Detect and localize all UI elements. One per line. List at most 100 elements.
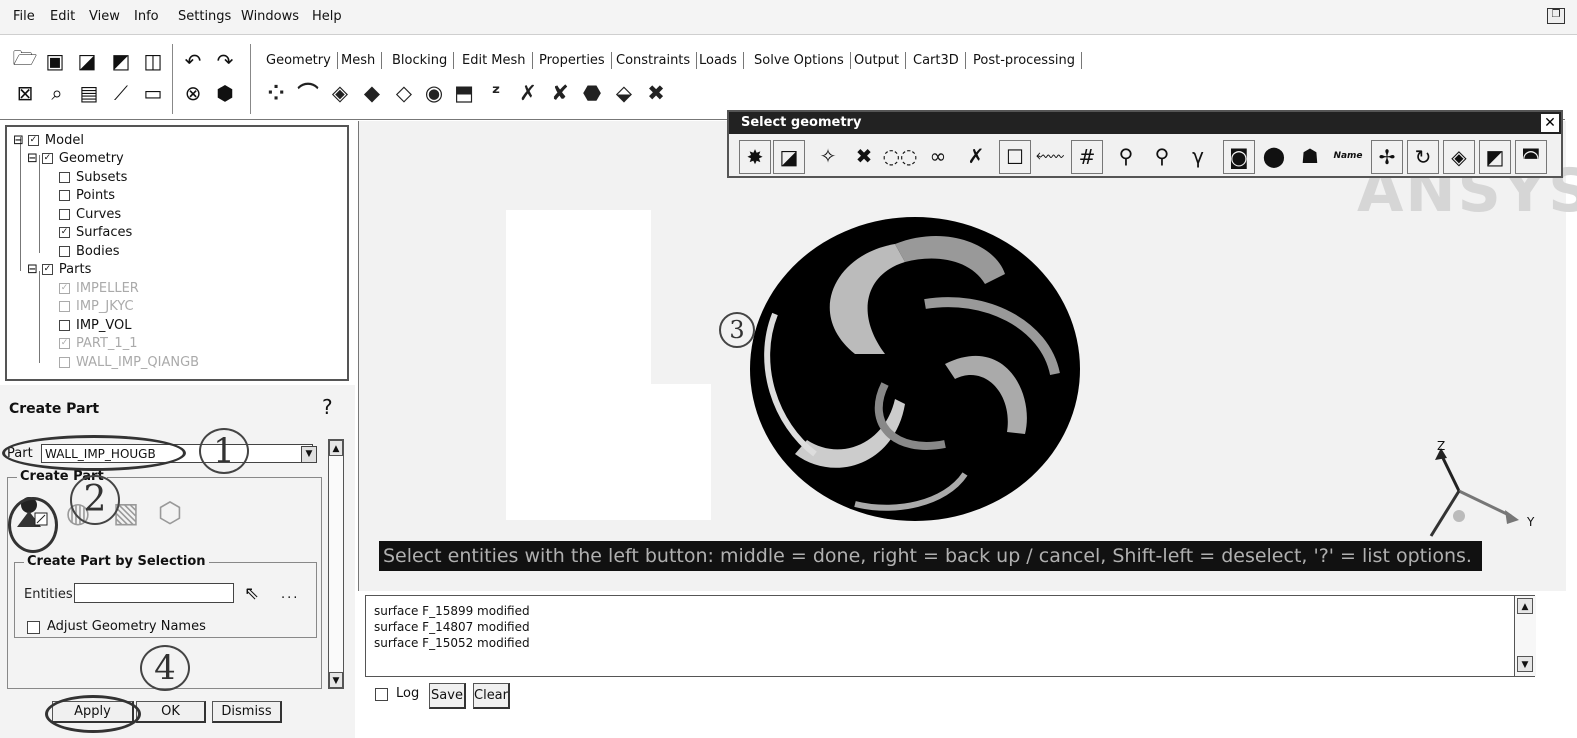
menu-view[interactable]: View [89,9,120,24]
tree-item-curves[interactable]: Curves [59,207,121,222]
select-density-icon[interactable]: ◚ [1515,140,1547,174]
log-checkbox[interactable] [375,688,388,701]
help-icon[interactable]: ? [322,395,333,419]
close-icon[interactable]: ✕ [1541,114,1559,132]
create-point-icon[interactable]: ⁘ [264,80,288,106]
select-items-icon[interactable]: ◪ [773,140,805,174]
select-all-appropriate-icon[interactable]: ✧ [813,140,843,172]
tab-properties[interactable]: Properties [533,52,612,69]
menu-settings[interactable]: Settings [178,9,231,24]
impeller-model[interactable] [745,204,1085,524]
tab-solve-options[interactable]: Solve Options [748,52,851,69]
create-body-icon[interactable]: ◆ [360,80,384,106]
ok-button[interactable]: OK [136,701,206,723]
tab-constraints[interactable]: Constraints [610,52,698,69]
select-by-color-icon[interactable]: ⬤ [1259,140,1289,172]
create-surface-icon[interactable]: ◈ [328,80,352,106]
select-by-surface-icon[interactable]: ⚲ [1147,140,1177,172]
select-circle-icon[interactable]: # [1071,140,1103,174]
local-coords-icon[interactable]: ⟋ [108,80,134,106]
repair-geometry-icon[interactable]: ◉ [422,80,446,106]
save-icon[interactable]: ▣ [42,48,68,74]
adjust-geometry-names-checkbox[interactable] [27,621,40,634]
solid-view-icon[interactable]: ⬢ [212,80,238,106]
transform-icon[interactable]: ⬒ [452,80,476,106]
more-options-icon[interactable]: ... [281,587,299,602]
message-scrollbar[interactable]: ▲ ▼ [1514,596,1536,676]
tree-item-surfaces[interactable]: ✓ Surfaces [59,225,132,240]
display-icon[interactable]: ▭ [140,80,166,106]
part-dropdown-icon[interactable]: ▼ [301,446,317,463]
tab-mesh[interactable]: Mesh [335,52,383,69]
save-log-button[interactable]: Save [429,683,466,709]
tree-part-part-1-1[interactable]: ✓ PART_1_1 [59,336,137,351]
tree-item-subsets[interactable]: Subsets [59,170,127,185]
save-geometry-icon[interactable]: ◩ [108,48,134,74]
tree-part-impeller[interactable]: ✓ IMPELLER [59,281,139,296]
select-by-type-icon[interactable]: γ [1183,140,1213,172]
tree-item-model[interactable]: ⊟ ✓ Model [13,133,84,148]
measure-icon[interactable]: ▤ [76,80,102,106]
undo-icon[interactable]: ↶ [180,48,206,74]
open-geometry-icon[interactable]: ◪ [74,48,100,74]
tab-loads[interactable]: Loads [693,52,744,69]
panel-scrollbar[interactable]: ▲ ▼ [328,439,344,689]
select-polygon-icon[interactable]: ⬳ [1035,140,1065,172]
scroll-up-icon[interactable]: ▲ [1517,598,1533,614]
select-subset-icon[interactable]: ◙ [1223,140,1255,174]
restore-dormant-icon[interactable]: ᶻ [484,80,508,106]
toggle-selection-icon[interactable]: ✸ [739,140,771,174]
tree-part-imp-jkyc[interactable]: IMP_JKYC [59,299,134,314]
select-points-icon[interactable]: ✢ [1371,140,1403,174]
select-entities-icon[interactable]: ⇖ [244,583,259,604]
delete-any-icon[interactable]: ✖ [644,80,668,106]
select-surfaces-icon[interactable]: ◈ [1443,140,1475,174]
delete-surface-icon[interactable]: ⬣ [580,80,604,106]
delete-curve-icon[interactable]: ✘ [548,80,572,106]
shading-icon[interactable]: ⊗ [180,80,206,106]
scroll-down-icon[interactable]: ▼ [329,672,343,688]
window-restore-icon[interactable]: ❐ [1547,8,1565,24]
scroll-up-icon[interactable]: ▲ [329,440,343,456]
face-icon[interactable]: ◇ [392,80,416,106]
tab-blocking[interactable]: Blocking [386,52,455,69]
menu-windows[interactable]: Windows [241,9,299,24]
redo-icon[interactable]: ↷ [212,48,238,74]
create-curve-icon[interactable]: ⌒ [296,80,320,106]
select-by-part-icon[interactable]: ⚲ [1111,140,1141,172]
tree-part-wall-imp-qiangb[interactable]: WALL_IMP_QIANGB [59,355,199,370]
select-box-icon[interactable]: ☐ [999,140,1031,174]
tab-post-processing[interactable]: Post-processing [967,52,1082,69]
deselect-icon[interactable]: ✗ [961,140,991,172]
graphics-viewport[interactable]: ANSYS Select entities with the left butt… [358,121,1577,591]
select-curves-icon[interactable]: ↻ [1407,140,1439,174]
select-all-visible-icon[interactable]: ✖ [849,140,879,172]
delete-point-icon[interactable]: ✗ [516,80,540,106]
fit-window-icon[interactable]: ⊠ [12,80,38,106]
select-bodies-icon[interactable]: ◩ [1479,140,1511,174]
create-part-by-element-type-icon[interactable]: ⬡ [152,494,188,530]
select-hidden-icon[interactable]: ∞ [923,140,953,172]
tree-item-parts[interactable]: ⊟ ✓ Parts [27,262,91,277]
tree-part-imp-vol[interactable]: IMP_VOL [59,318,132,333]
dismiss-button[interactable]: Dismiss [212,701,282,723]
open-folder-icon[interactable]: 🗁 [12,46,38,74]
entities-input[interactable] [74,583,234,603]
tab-edit-mesh[interactable]: Edit Mesh [456,52,533,69]
tab-cart3d[interactable]: Cart3D [907,52,966,69]
tab-output[interactable]: Output [848,52,907,69]
select-by-name-button[interactable]: Name [1333,140,1363,172]
select-by-user-icon[interactable]: ☗ [1295,140,1325,172]
tree-item-geometry[interactable]: ⊟ ✓ Geometry [27,151,124,166]
clear-log-button[interactable]: Clear [473,683,510,709]
select-all-icon[interactable]: ◌◌ [883,140,918,172]
menu-file[interactable]: File [13,9,35,24]
zoom-box-icon[interactable]: ⌕ [44,80,70,106]
menu-info[interactable]: Info [134,9,159,24]
delete-body-icon[interactable]: ⬙ [612,80,636,106]
close-geometry-icon[interactable]: ◫ [140,48,166,74]
tab-geometry[interactable]: Geometry [260,52,338,69]
tree-item-points[interactable]: Points [59,188,115,203]
scroll-down-icon[interactable]: ▼ [1517,656,1533,672]
menu-help[interactable]: Help [312,9,342,24]
